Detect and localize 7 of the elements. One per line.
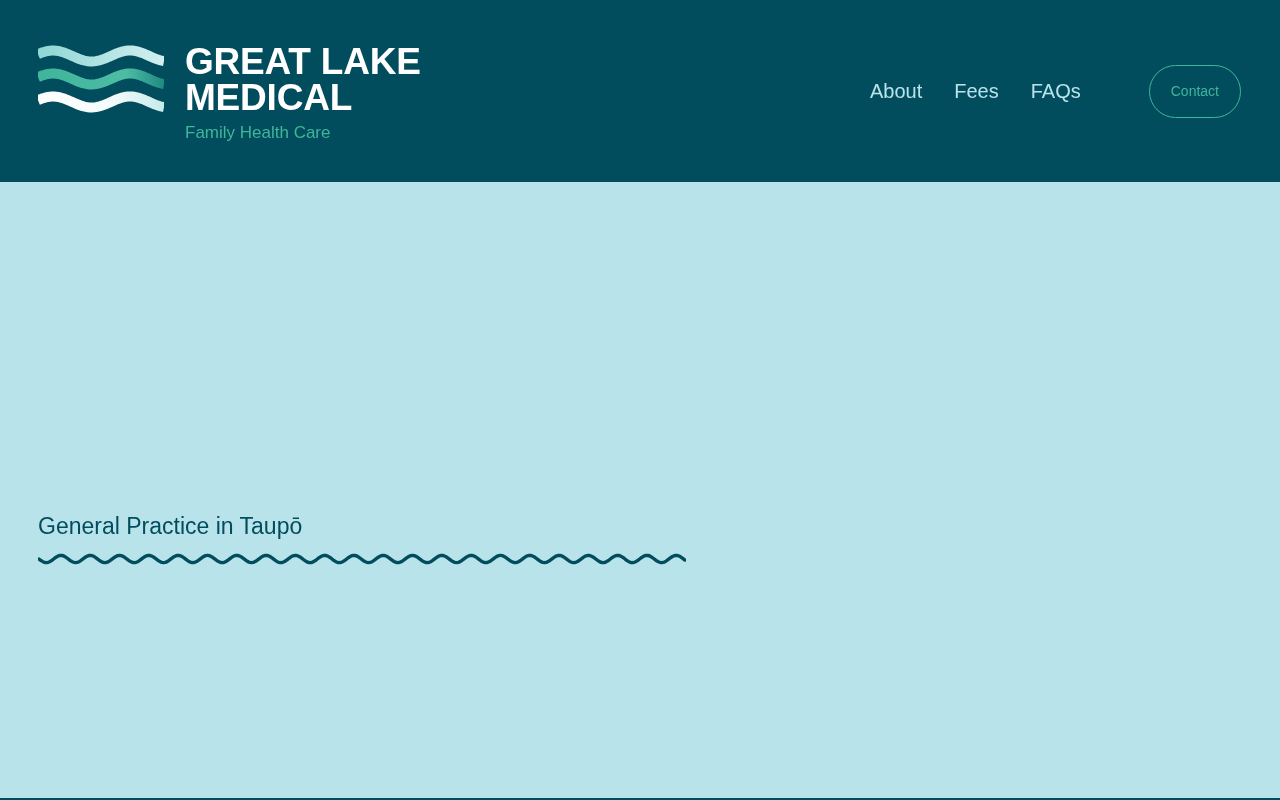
wave-logo-icon: [38, 45, 164, 113]
nav-link[interactable]: FAQs: [1030, 79, 1081, 103]
nav-link[interactable]: About: [870, 79, 923, 103]
logo-tagline: Family Health Care: [185, 122, 332, 144]
nav-link[interactable]: Fees: [954, 79, 999, 103]
logo-title: GREAT LAKE MEDICAL: [185, 44, 421, 116]
hero-heading: General Practice in Taupō: [38, 512, 304, 540]
